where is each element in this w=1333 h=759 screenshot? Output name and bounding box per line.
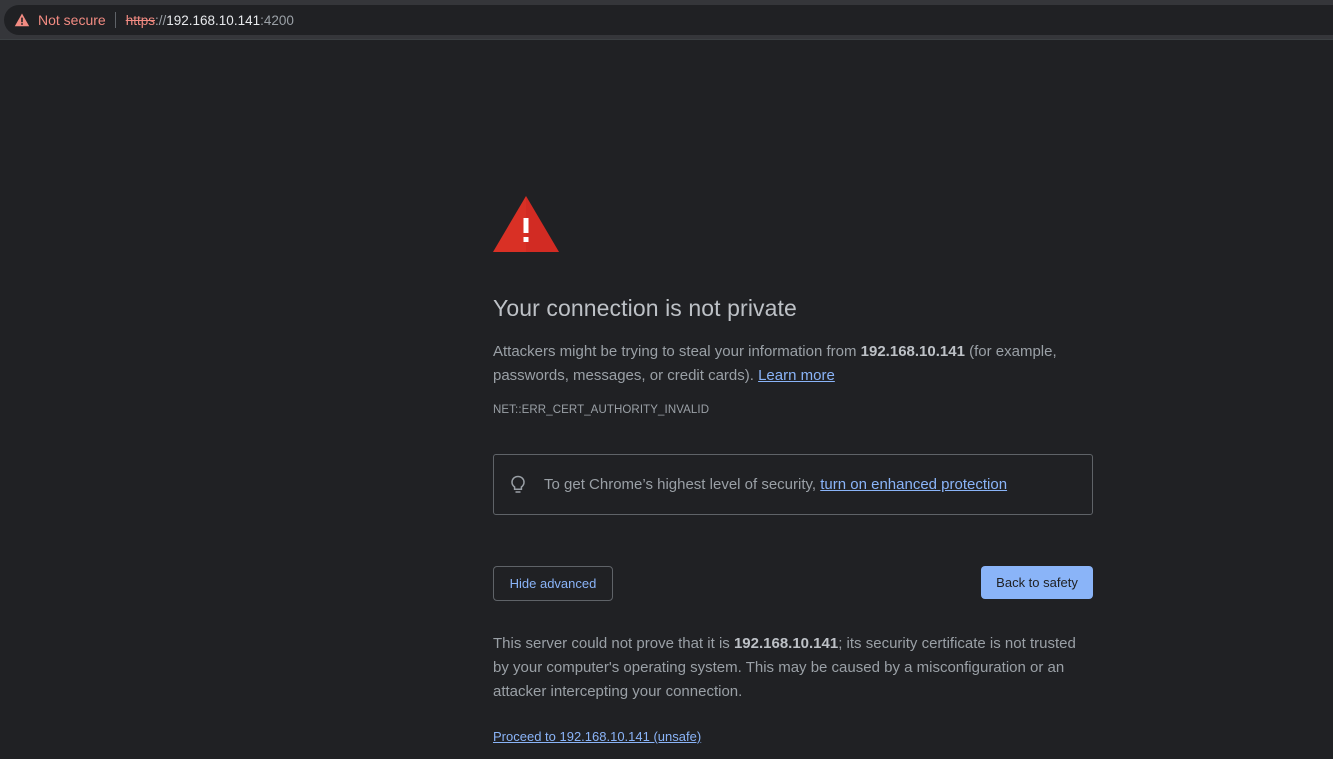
url-scheme: https <box>125 12 155 28</box>
enhanced-protection-box: To get Chrome’s highest level of securit… <box>493 454 1093 515</box>
proceed-unsafe-link[interactable]: Proceed to 192.168.10.141 (unsafe) <box>493 729 701 744</box>
advanced-details-paragraph: This server could not prove that it is 1… <box>493 632 1093 704</box>
not-secure-label[interactable]: Not secure <box>38 12 106 28</box>
learn-more-link[interactable]: Learn more <box>758 367 835 384</box>
browser-toolbar: Not secure https://192.168.10.141:4200 <box>0 0 1333 40</box>
enhanced-protection-prompt: To get Chrome’s highest level of securit… <box>544 476 821 493</box>
url-scheme-separator: :// <box>154 12 167 28</box>
page-title: Your connection is not private <box>493 295 797 321</box>
url-port: :4200 <box>260 12 294 28</box>
address-divider <box>114 12 116 28</box>
explanation-text: Attackers might be trying to steal your … <box>493 343 861 360</box>
address-bar[interactable]: Not secure https://192.168.10.141:4200 <box>4 5 1333 35</box>
hide-advanced-button[interactable]: Hide advanced <box>493 566 613 601</box>
details-text: This server could not prove that it is <box>493 635 734 652</box>
details-host: 192.168.10.141 <box>733 635 839 652</box>
back-to-safety-button[interactable]: Back to safety <box>981 566 1093 599</box>
explanation-host: 192.168.10.141 <box>860 343 965 360</box>
enhanced-protection-link[interactable]: turn on enhanced protection <box>820 476 1007 493</box>
url-text[interactable]: https://192.168.10.141:4200 <box>126 13 294 28</box>
red-warning-triangle-icon <box>493 196 559 252</box>
error-code: NET::ERR_CERT_AUTHORITY_INVALID <box>493 404 710 416</box>
lightbulb-icon <box>509 475 527 495</box>
url-host: 192.168.10.141 <box>166 12 261 28</box>
explanation-paragraph: Attackers might be trying to steal your … <box>493 340 1093 388</box>
enhanced-protection-text: To get Chrome’s highest level of securit… <box>544 476 1007 493</box>
warning-triangle-icon[interactable] <box>14 12 30 28</box>
